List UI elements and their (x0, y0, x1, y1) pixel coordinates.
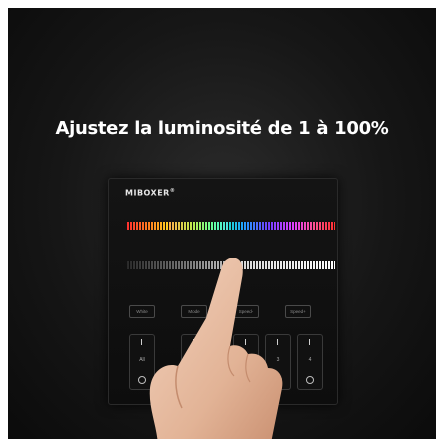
rgb-slider-icon[interactable] (127, 222, 335, 230)
zone-4-bar (309, 339, 310, 345)
headline: Ajustez la luminosité de 1 à 100% (55, 118, 389, 139)
brand-mark: ® (169, 188, 176, 194)
zone-4-label: 4 (308, 357, 312, 363)
product-image: Ajustez la luminosité de 1 à 100% MIBOXE… (8, 8, 436, 439)
zone-4-button[interactable]: 4 (297, 334, 323, 390)
zone-4-off-icon (306, 376, 314, 384)
rgb-slider-highlight (169, 222, 229, 230)
brand-logo: MIBOXER® (125, 188, 175, 198)
brand-name: MIBOXER (125, 188, 170, 198)
hand-pointer-icon (149, 258, 283, 439)
